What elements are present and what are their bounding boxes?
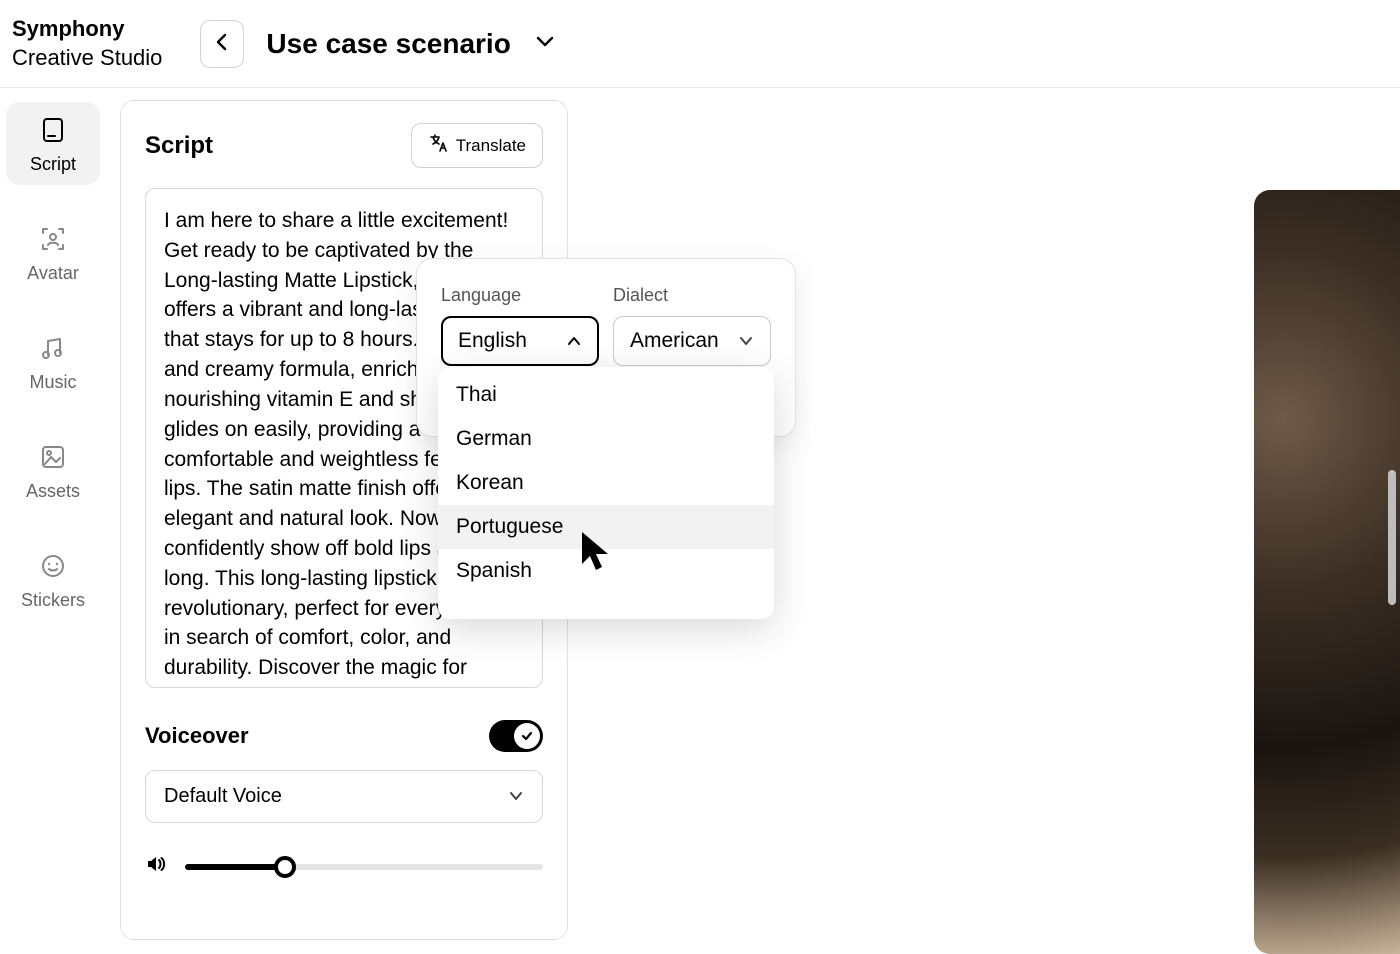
header: Symphony Creative Studio Use case scenar… bbox=[0, 0, 1400, 88]
language-group: Language English bbox=[441, 285, 599, 366]
brand-name: Symphony bbox=[12, 15, 162, 44]
voice-select[interactable]: Default Voice bbox=[145, 770, 543, 823]
brand: Symphony Creative Studio bbox=[12, 15, 162, 72]
translate-icon bbox=[428, 133, 448, 158]
slider-thumb[interactable] bbox=[274, 856, 296, 878]
voice-select-value: Default Voice bbox=[164, 785, 282, 808]
dialect-select[interactable]: American bbox=[613, 316, 771, 366]
volume-row bbox=[145, 853, 543, 880]
script-icon bbox=[39, 116, 67, 144]
dialect-label: Dialect bbox=[613, 285, 771, 306]
language-option-thai[interactable]: Thai bbox=[438, 373, 774, 417]
voiceover-label: Voiceover bbox=[145, 723, 249, 749]
language-dropdown: Thai German Korean Portuguese Spanish bbox=[438, 367, 774, 619]
stickers-icon bbox=[39, 552, 67, 580]
sidebar-item-label: Avatar bbox=[27, 263, 79, 284]
sidebar-item-assets[interactable]: Assets bbox=[6, 429, 100, 512]
brand-studio: Creative Studio bbox=[12, 44, 162, 73]
chevron-down-icon bbox=[535, 34, 555, 53]
music-icon bbox=[39, 334, 67, 362]
avatar-icon bbox=[39, 225, 67, 253]
volume-slider[interactable] bbox=[185, 864, 543, 870]
voiceover-row: Voiceover bbox=[145, 720, 543, 752]
voiceover-toggle[interactable] bbox=[489, 720, 543, 752]
panel-head: Script Translate bbox=[145, 123, 543, 168]
sidebar-item-music[interactable]: Music bbox=[6, 320, 100, 403]
chevron-left-icon bbox=[215, 33, 229, 54]
page-title-wrap[interactable]: Use case scenario bbox=[266, 28, 554, 60]
dropdown-scrollbar[interactable] bbox=[1388, 470, 1396, 605]
sidebar-item-stickers[interactable]: Stickers bbox=[6, 538, 100, 621]
chevron-up-icon bbox=[566, 329, 582, 353]
language-select[interactable]: English bbox=[441, 316, 599, 366]
slider-fill bbox=[185, 864, 285, 870]
language-option-korean[interactable]: Korean bbox=[438, 461, 774, 505]
sidebar-item-label: Stickers bbox=[21, 590, 85, 611]
chevron-down-icon bbox=[508, 785, 524, 808]
chevron-down-icon bbox=[738, 329, 754, 353]
preview-image bbox=[1254, 190, 1400, 954]
sidebar-item-avatar[interactable]: Avatar bbox=[6, 211, 100, 294]
translate-button[interactable]: Translate bbox=[411, 123, 543, 168]
translate-label: Translate bbox=[456, 136, 526, 156]
language-option-portuguese[interactable]: Portuguese bbox=[438, 505, 774, 549]
panel-title: Script bbox=[145, 132, 213, 160]
language-option-spanish[interactable]: Spanish bbox=[438, 549, 774, 593]
language-select-value: English bbox=[458, 329, 527, 353]
volume-icon bbox=[145, 853, 167, 880]
sidebar-item-label: Assets bbox=[26, 481, 80, 502]
dialect-select-value: American bbox=[630, 329, 719, 353]
sidebar-item-label: Music bbox=[29, 372, 76, 393]
main: Script Avatar Music Assets Stickers bbox=[0, 88, 1400, 938]
page-title: Use case scenario bbox=[266, 28, 510, 60]
back-button[interactable] bbox=[200, 20, 244, 68]
language-option-german[interactable]: German bbox=[438, 417, 774, 461]
sidebar: Script Avatar Music Assets Stickers bbox=[0, 88, 106, 938]
dialect-group: Dialect American bbox=[613, 285, 771, 366]
sidebar-item-label: Script bbox=[30, 154, 76, 175]
sidebar-item-script[interactable]: Script bbox=[6, 102, 100, 185]
language-label: Language bbox=[441, 285, 599, 306]
assets-icon bbox=[39, 443, 67, 471]
toggle-knob bbox=[514, 723, 540, 749]
